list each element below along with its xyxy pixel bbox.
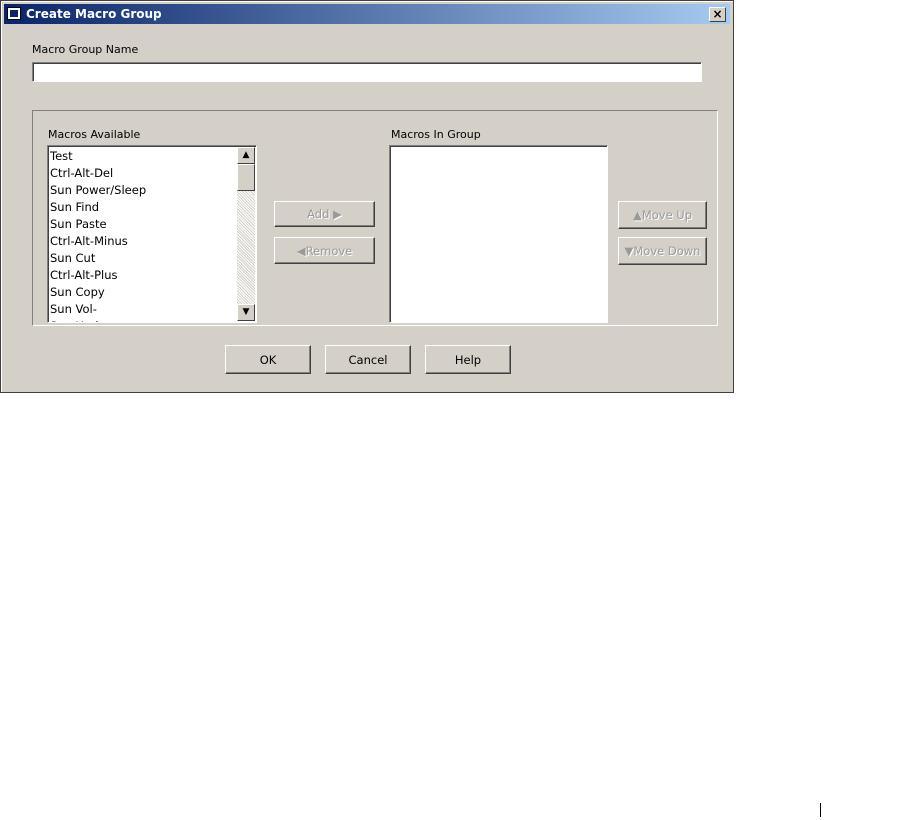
- window-icon: [7, 7, 21, 20]
- close-button[interactable]: ×: [709, 7, 726, 22]
- cancel-button[interactable]: Cancel: [325, 345, 411, 374]
- scroll-thumb[interactable]: [237, 164, 255, 191]
- page-margin-mark: [820, 803, 821, 817]
- help-button[interactable]: Help: [425, 345, 511, 374]
- title-bar[interactable]: Create Macro Group ×: [4, 4, 730, 24]
- macro-group-name-input[interactable]: [32, 62, 702, 82]
- scroll-up-button[interactable]: ▲: [237, 147, 255, 164]
- macros-in-group-list[interactable]: [389, 145, 608, 323]
- list-item[interactable]: Ctrl-Alt-Plus: [50, 267, 236, 284]
- move-down-button[interactable]: ▼Move Down: [618, 237, 707, 265]
- macros-available-items: Test Ctrl-Alt-Del Sun Power/Sleep Sun Find S…: [50, 148, 236, 322]
- list-item[interactable]: Sun Paste: [50, 216, 236, 233]
- scroll-down-button[interactable]: ▼: [237, 304, 255, 321]
- macros-available-list[interactable]: Test Ctrl-Alt-Del Sun Power/Sleep Sun Find S…: [47, 145, 257, 323]
- create-macro-group-dialog: Create Macro Group × Macro Group Name Ma…: [0, 0, 734, 393]
- ok-button[interactable]: OK: [225, 345, 311, 374]
- remove-button[interactable]: ◀Remove: [274, 237, 375, 264]
- list-item[interactable]: Sun Find: [50, 199, 236, 216]
- list-item[interactable]: Test: [50, 148, 236, 165]
- dialog-title: Create Macro Group: [26, 7, 162, 21]
- arrow-up-icon: ▲: [242, 150, 250, 160]
- list-item[interactable]: Sun Power/Sleep: [50, 182, 236, 199]
- list-item[interactable]: Sun Vol-: [50, 301, 236, 318]
- macros-available-scrollbar[interactable]: ▲ ▼: [237, 147, 255, 321]
- list-item[interactable]: Sun Undo: [50, 318, 236, 322]
- list-item[interactable]: Sun Copy: [50, 284, 236, 301]
- move-up-button[interactable]: ▲Move Up: [618, 201, 707, 229]
- list-item[interactable]: Ctrl-Alt-Minus: [50, 233, 236, 250]
- macros-in-group-label: Macros In Group: [391, 128, 481, 141]
- arrow-down-icon: ▼: [242, 307, 250, 317]
- add-button[interactable]: Add ▶: [274, 201, 375, 227]
- macros-available-label: Macros Available: [48, 128, 141, 141]
- list-item[interactable]: Sun Cut: [50, 250, 236, 267]
- close-icon: ×: [712, 7, 723, 21]
- macro-group-name-label: Macro Group Name: [32, 43, 139, 56]
- list-item[interactable]: Ctrl-Alt-Del: [50, 165, 236, 182]
